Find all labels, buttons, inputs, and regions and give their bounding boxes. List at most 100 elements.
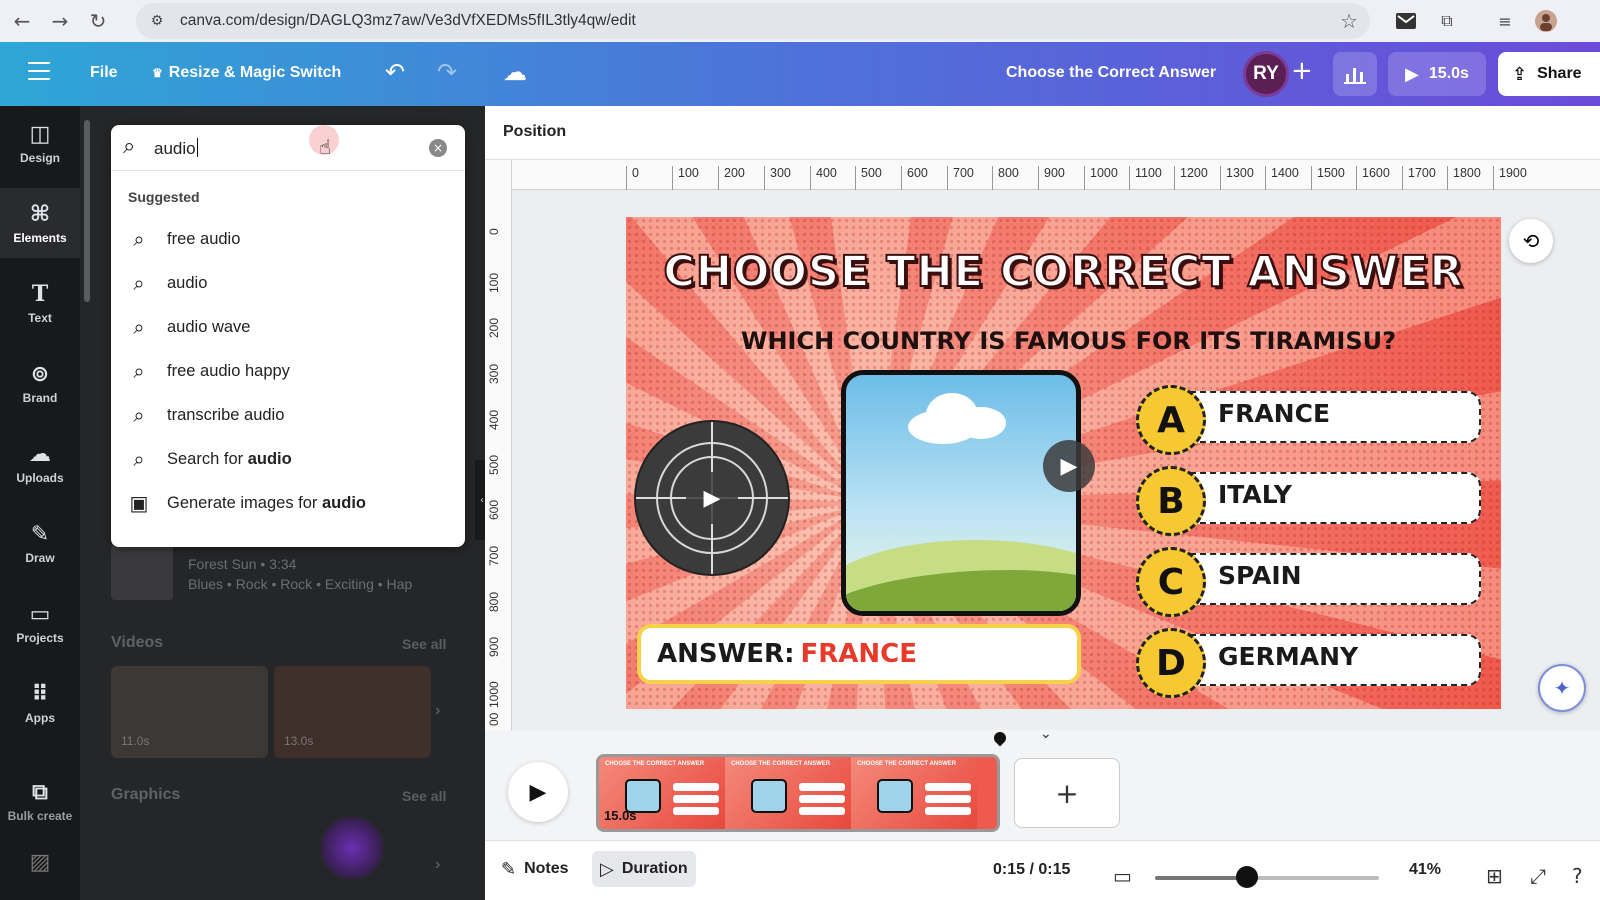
menu-icon[interactable] [28,62,50,86]
mini-option [673,795,719,803]
clear-search-icon[interactable]: × [429,139,447,157]
extensions-puzzle-icon[interactable]: ⧉ [1432,6,1462,36]
image-frame[interactable] [841,370,1081,616]
notes-icon: ✎ [501,858,517,880]
url-text: canva.com/design/DAGLQ3mz7aw/Ve3dVfXEDMs… [180,12,636,29]
bookmark-star-icon[interactable]: ☆ [1340,9,1358,33]
redo-icon[interactable]: ↷ [437,58,457,86]
answer-box[interactable]: ANSWER: FRANCE [637,624,1081,684]
insights-button[interactable] [1333,52,1377,96]
sidebar-item-bulk-create[interactable]: ⧉ Bulk create [0,766,80,836]
timeline-play-button[interactable]: ▶ [508,762,568,822]
sidebar-item-uploads[interactable]: ☁ Uploads [0,428,80,498]
cloud-save-icon[interactable]: ☁ [503,58,527,86]
search-for-item[interactable]: ⌕ Search for audio [111,439,465,479]
ruler-tick: 300 [487,363,501,384]
notes-button[interactable]: ✎ Notes [493,851,577,887]
timeline-page-strip[interactable]: CHOOSE THE CORRECT ANSWER CHOOSE THE COR… [596,754,1000,832]
chevron-right-icon[interactable]: › [435,856,440,874]
video-thumbnail[interactable]: 13.0s [274,666,431,758]
sidebar-item-apps[interactable]: ⠿ Apps [0,668,80,738]
reload-icon[interactable]: ↻ [82,5,114,37]
sidebar-item-brand[interactable]: ⊚ Brand [0,348,80,418]
user-avatar[interactable]: RY [1243,51,1289,97]
search-input[interactable]: ⌕ audio ☝ × [111,125,465,171]
site-settings-icon[interactable]: ⚙ [142,13,172,29]
video-play-icon[interactable]: ▶ [1043,440,1095,492]
ruler-tick: 0 [626,166,639,190]
video-duration: 13.0s [284,734,314,748]
video-duration: 11.0s [121,734,150,748]
media-control-icon[interactable]: ≡ [1490,6,1520,36]
page-view-icon[interactable]: ▭ [1113,864,1132,888]
grid-view-icon[interactable]: ⊞ [1486,864,1503,888]
audio-thumbnail[interactable] [111,544,173,600]
add-comment-icon[interactable]: ⟲ [1509,219,1553,263]
file-menu[interactable]: File [90,64,118,82]
left-sidebar: ◫ Design ⌘ Elements T Text ⊚ Brand ☁ Upl… [0,106,80,900]
zoom-level[interactable]: 41% [1409,861,1441,879]
ruler-tick: 700 [947,166,974,190]
generate-images-item[interactable]: ▣ Generate images for audio [111,483,465,523]
suggestion-label: free audio happy [167,361,290,380]
audio-disc-element[interactable]: ▶ [636,422,788,574]
text-caret [196,138,198,157]
address-bar[interactable]: ⚙ canva.com/design/DAGLQ3mz7aw/Ve3dVfXED… [136,3,1370,39]
graphics-see-all-link[interactable]: See all [402,788,446,804]
add-page-button[interactable]: + [1014,758,1120,828]
option-a[interactable]: A FRANCE [1136,385,1481,455]
suggestion-item[interactable]: ⌕ free audio [111,219,465,259]
gmail-extension-icon[interactable] [1391,6,1421,36]
resize-magic-switch-button[interactable]: ♛ Resize & Magic Switch [152,64,341,82]
timeline-frame: CHOOSE THE CORRECT ANSWER [725,757,851,829]
chevron-down-icon[interactable]: ⌄ [1040,726,1052,742]
option-c[interactable]: C SPAIN [1136,547,1481,617]
quiz-question[interactable]: WHICH COUNTRY IS FAMOUS FOR ITS TIRAMISU… [626,327,1501,355]
design-page[interactable]: CHOOSE THE CORRECT ANSWER WHICH COUNTRY … [626,217,1501,709]
undo-icon[interactable]: ↶ [385,58,405,86]
design-title[interactable]: Choose the Correct Answer [1006,64,1216,82]
panel-scrollbar[interactable] [84,120,90,302]
suggestion-label: transcribe audio [167,405,285,424]
zoom-slider-handle[interactable] [1235,866,1258,888]
magic-assistant-icon[interactable]: ✦ [1538,664,1586,712]
ruler-tick: 600 [901,166,928,190]
sidebar-item-text[interactable]: T Text [0,268,80,338]
present-button[interactable]: ▶ 15.0s [1388,52,1486,96]
search-icon: ⌕ [133,227,145,251]
duration-button[interactable]: ▷ Duration [592,851,696,887]
ruler-tick: 500 [487,454,501,475]
back-icon[interactable]: ← [6,5,38,37]
sidebar-item-projects[interactable]: ▭ Projects [0,588,80,658]
audio-track-title[interactable]: Forest Sun • 3:34 [188,556,296,572]
chevron-right-icon[interactable]: › [435,702,440,720]
sidebar-item-elements[interactable]: ⌘ Elements [0,188,80,258]
play-icon[interactable]: ▶ [686,472,738,524]
suggestion-item[interactable]: ⌕ free audio happy [111,351,465,391]
option-d[interactable]: D GERMANY [1136,628,1481,698]
forward-icon[interactable]: → [44,5,76,37]
zoom-slider[interactable] [1155,876,1379,880]
cloud-shape [956,407,1006,439]
add-collaborator-icon[interactable]: + [1291,56,1313,86]
context-toolbar: Position [485,106,1600,160]
option-b[interactable]: B ITALY [1136,466,1481,536]
quiz-title[interactable]: CHOOSE THE CORRECT ANSWER [626,246,1501,298]
suggestion-item[interactable]: ⌕ transcribe audio [111,395,465,435]
suggestion-item[interactable]: ⌕ audio [111,263,465,303]
position-button[interactable]: Position [503,123,566,141]
profile-avatar-icon[interactable] [1531,6,1561,36]
suggestion-item[interactable]: ⌕ audio wave [111,307,465,347]
videos-see-all-link[interactable]: See all [402,636,446,652]
help-icon[interactable]: ? [1572,864,1583,888]
share-button[interactable]: ⇪ Share [1498,52,1600,96]
sidebar-item-draw[interactable]: ✎ Draw [0,508,80,578]
graphic-thumbnail[interactable] [320,816,384,880]
sidebar-item-ai-image[interactable]: ▨ [0,836,80,892]
video-thumbnail[interactable]: 11.0s [111,666,268,758]
editor-header: File ♛ Resize & Magic Switch ↶ ↷ ☁ Choose… [0,42,1600,106]
sparkle-crown-icon: ♛ [152,66,163,80]
sidebar-item-design[interactable]: ◫ Design [0,108,80,178]
fullscreen-icon[interactable]: ⤢ [1530,864,1546,888]
option-text: FRANCE [1218,399,1331,428]
